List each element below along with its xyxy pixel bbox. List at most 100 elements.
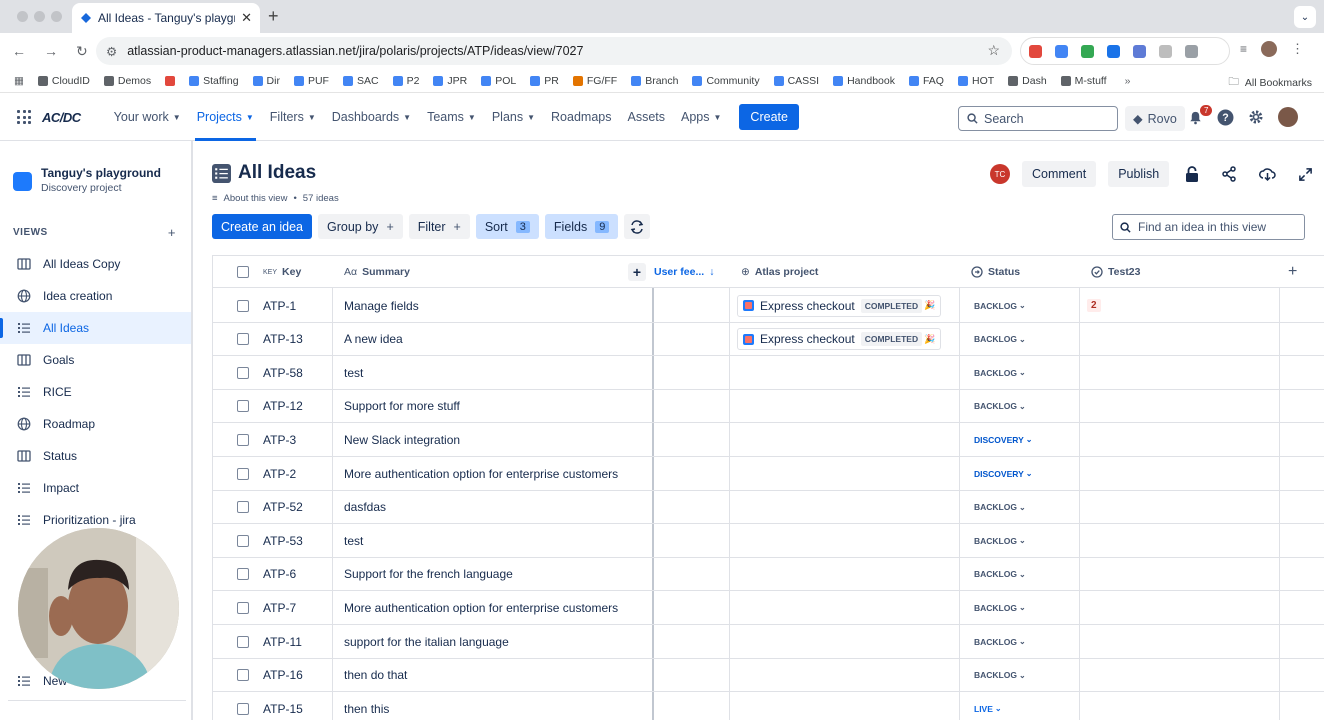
- site-settings-icon[interactable]: ⚙: [106, 44, 117, 59]
- status-lozenge[interactable]: BACKLOG ⌄: [971, 534, 1029, 548]
- extension-icon[interactable]: [1159, 44, 1172, 58]
- status-lozenge[interactable]: BACKLOG ⌄: [971, 601, 1029, 615]
- filter-button[interactable]: Filter +: [408, 214, 470, 239]
- table-row[interactable]: ATP-1 Manage fields Express checkout COMPLE…: [213, 289, 1324, 323]
- status-lozenge[interactable]: BACKLOG ⌄: [971, 399, 1029, 413]
- bookmark-item[interactable]: CASSI: [773, 75, 819, 87]
- bookmark-item[interactable]: POL: [481, 75, 516, 87]
- bookmark-item[interactable]: [165, 75, 176, 87]
- nav-menu-projects[interactable]: Projects ▼: [189, 94, 262, 141]
- table-row[interactable]: ATP-16 then do that BACKLOG ⌄: [213, 659, 1324, 693]
- status-lozenge[interactable]: BACKLOG ⌄: [971, 635, 1029, 649]
- row-checkbox[interactable]: [237, 323, 249, 356]
- idea-summary[interactable]: dasfdas: [344, 491, 386, 524]
- status-cell[interactable]: BACKLOG ⌄: [971, 659, 1029, 692]
- column-header-key[interactable]: KEY Key: [263, 256, 301, 288]
- row-checkbox[interactable]: [237, 625, 249, 658]
- table-row[interactable]: ATP-15 then this LIVE ⌄: [213, 692, 1324, 720]
- row-checkbox[interactable]: [237, 659, 249, 692]
- status-lozenge[interactable]: BACKLOG ⌄: [971, 366, 1029, 380]
- idea-summary[interactable]: More authentication option for enterpris…: [344, 591, 618, 624]
- idea-key[interactable]: ATP-2: [263, 457, 296, 490]
- row-checkbox[interactable]: [237, 390, 249, 423]
- add-column-icon[interactable]: +: [1288, 256, 1297, 288]
- nav-menu-filters[interactable]: Filters ▼: [262, 94, 324, 141]
- fullscreen-icon[interactable]: [1298, 167, 1313, 182]
- extensions-puzzle-icon[interactable]: [1185, 44, 1198, 58]
- sidebar-item-status[interactable]: Status: [0, 440, 191, 472]
- idea-key[interactable]: ATP-3: [263, 423, 296, 456]
- new-tab-icon[interactable]: +: [268, 6, 279, 27]
- forward-icon[interactable]: →: [44, 43, 58, 60]
- status-cell[interactable]: BACKLOG ⌄: [971, 591, 1029, 624]
- bookmark-item[interactable]: HOT: [957, 75, 994, 87]
- column-header-test23[interactable]: Test23: [1091, 256, 1141, 288]
- add-field-icon[interactable]: +: [628, 263, 646, 281]
- reading-list-icon[interactable]: ≡: [1240, 42, 1247, 56]
- status-lozenge[interactable]: BACKLOG ⌄: [971, 299, 1029, 313]
- all-bookmarks[interactable]: 🗀 All Bookmarks: [1228, 74, 1312, 92]
- idea-key[interactable]: ATP-58: [263, 356, 303, 389]
- status-cell[interactable]: BACKLOG ⌄: [971, 625, 1029, 658]
- idea-key[interactable]: ATP-11: [263, 625, 302, 658]
- idea-summary[interactable]: then this: [344, 692, 389, 720]
- sidebar-item-all-ideas[interactable]: All Ideas: [0, 312, 191, 344]
- row-checkbox[interactable]: [237, 591, 249, 624]
- row-checkbox[interactable]: [237, 423, 249, 456]
- idea-summary[interactable]: then do that: [344, 659, 407, 692]
- profile-avatar[interactable]: [1261, 41, 1278, 57]
- share-icon[interactable]: [1221, 166, 1237, 182]
- bookmark-item[interactable]: SAC: [342, 75, 379, 87]
- nav-menu-your-work[interactable]: Your work ▼: [106, 94, 189, 141]
- more-bookmarks-icon[interactable]: »: [1125, 75, 1131, 87]
- idea-summary[interactable]: More authentication option for enterpris…: [344, 457, 618, 490]
- search-input[interactable]: Search: [958, 106, 1118, 131]
- extension-icon[interactable]: [1133, 44, 1146, 58]
- nav-menu-plans[interactable]: Plans ▼: [484, 94, 543, 141]
- idea-key[interactable]: ATP-13: [263, 323, 303, 356]
- status-lozenge[interactable]: LIVE ⌄: [971, 702, 1005, 716]
- create-idea-button[interactable]: Create an idea: [212, 214, 313, 239]
- table-row[interactable]: ATP-53 test BACKLOG ⌄: [213, 524, 1324, 558]
- auto-refresh-button[interactable]: [624, 214, 651, 239]
- help-icon[interactable]: ?: [1217, 109, 1234, 126]
- table-row[interactable]: ATP-12 Support for more stuff BACKLOG ⌄: [213, 390, 1324, 424]
- bookmark-item[interactable]: Branch: [631, 75, 678, 87]
- bookmark-item[interactable]: Dash: [1008, 75, 1047, 87]
- idea-key[interactable]: ATP-16: [263, 659, 303, 692]
- sidebar-item-all-ideas-copy[interactable]: All Ideas Copy: [0, 248, 191, 280]
- about-view-link[interactable]: About this view: [224, 193, 288, 204]
- tab-search-chevron-icon[interactable]: ⌄: [1294, 6, 1316, 28]
- table-row[interactable]: ATP-58 test BACKLOG ⌄: [213, 356, 1324, 390]
- publish-button[interactable]: Publish: [1108, 161, 1170, 187]
- idea-summary[interactable]: New Slack integration: [344, 423, 460, 456]
- project-header[interactable]: Tanguy's playground Discovery project: [13, 166, 161, 194]
- idea-key[interactable]: ATP-12: [263, 390, 303, 423]
- bookmark-item[interactable]: PR: [530, 75, 559, 87]
- back-icon[interactable]: ←: [12, 43, 26, 60]
- reload-icon[interactable]: ↻: [76, 43, 88, 60]
- status-cell[interactable]: DISCOVERY ⌄: [971, 423, 1035, 456]
- table-row[interactable]: ATP-11 support for the italian language BA…: [213, 625, 1324, 659]
- nav-menu-assets[interactable]: Assets: [619, 94, 673, 141]
- row-checkbox[interactable]: [237, 457, 249, 490]
- row-checkbox[interactable]: [237, 524, 249, 557]
- status-cell[interactable]: LIVE ⌄: [971, 692, 1005, 720]
- bookmark-item[interactable]: Community: [692, 75, 760, 87]
- bookmark-item[interactable]: Demos: [103, 75, 151, 87]
- status-cell[interactable]: BACKLOG ⌄: [971, 558, 1029, 591]
- site-logo[interactable]: AC/DC: [42, 110, 81, 125]
- table-row[interactable]: ATP-7 More authentication option for ente…: [213, 591, 1324, 625]
- idea-summary[interactable]: support for the italian language: [344, 625, 509, 658]
- export-cloud-icon[interactable]: [1259, 166, 1276, 182]
- view-description[interactable]: ≡ About this view • 57 ideas: [212, 193, 339, 204]
- extension-icon[interactable]: [1055, 44, 1068, 58]
- column-header-atlas-project[interactable]: ⊕ Atlas project: [741, 256, 818, 288]
- apps-grid-icon[interactable]: ▦: [14, 75, 24, 87]
- atlas-project-cell[interactable]: Express checkout COMPLETED 🎉: [737, 323, 942, 356]
- idea-key[interactable]: ATP-53: [263, 524, 303, 557]
- create-button[interactable]: Create: [739, 104, 799, 130]
- nav-menu-teams[interactable]: Teams ▼: [419, 94, 484, 141]
- sidebar-item-goals[interactable]: Goals: [0, 344, 191, 376]
- idea-summary[interactable]: A new idea: [344, 323, 403, 356]
